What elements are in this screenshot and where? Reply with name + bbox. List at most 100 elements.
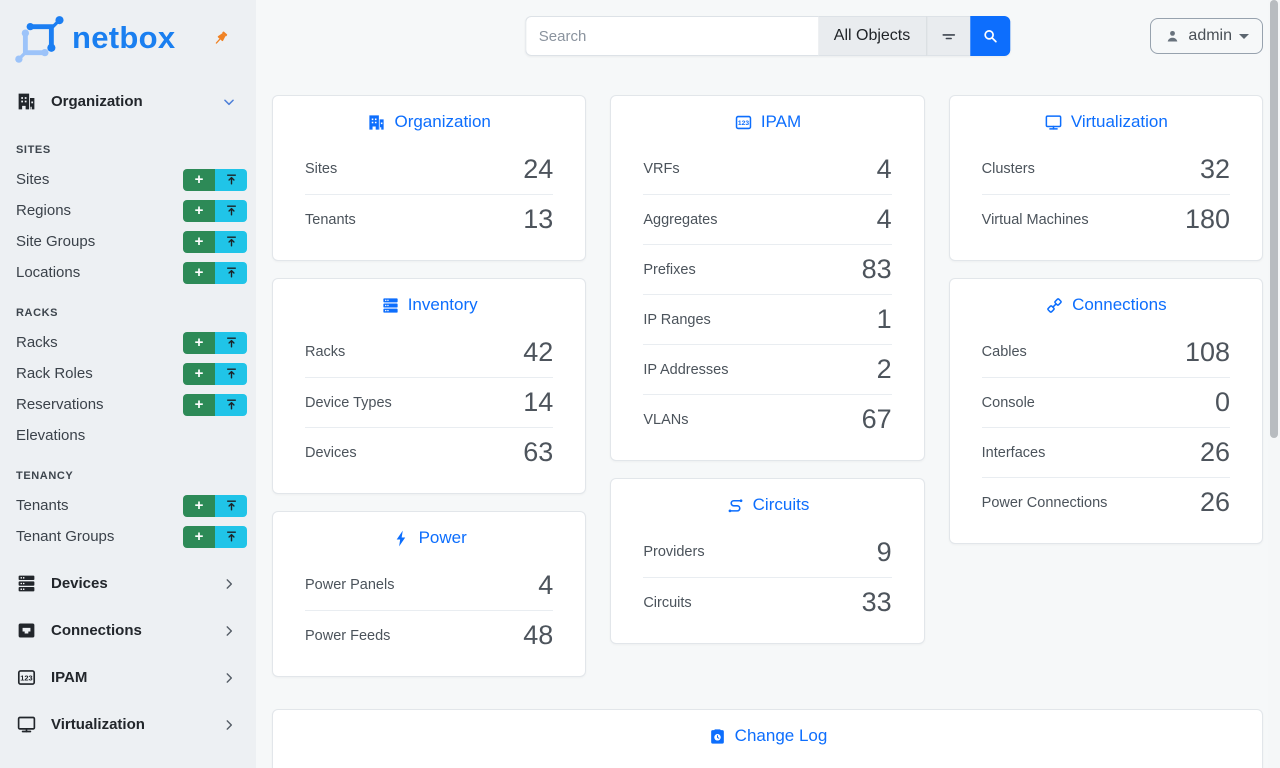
scrollbar-thumb[interactable]	[1270, 0, 1278, 438]
quick-actions: +	[183, 495, 247, 517]
add-button[interactable]: +	[183, 394, 215, 416]
add-button[interactable]: +	[183, 332, 215, 354]
sidebar-item-link[interactable]: Sites	[16, 171, 49, 188]
sidebar-item-link[interactable]: Elevations	[16, 427, 85, 444]
stat-value[interactable]: 108	[1185, 337, 1230, 368]
sidebar-menu-organization[interactable]: Organization	[0, 78, 256, 125]
stat-value[interactable]: 0	[1215, 387, 1230, 418]
import-button[interactable]	[215, 262, 247, 284]
stat-value[interactable]: 4	[538, 570, 553, 601]
search-input[interactable]	[525, 16, 818, 56]
clipboard-clock-icon	[708, 727, 727, 746]
user-menu-button[interactable]: admin	[1150, 18, 1263, 54]
card-title-link[interactable]: Power	[273, 512, 585, 560]
stat-label: Power Panels	[305, 577, 394, 593]
upload-icon	[225, 235, 238, 248]
stat-value[interactable]: 4	[877, 204, 892, 235]
sidebar-item-link[interactable]: Regions	[16, 202, 71, 219]
sidebar-item-link[interactable]: Tenant Groups	[16, 528, 114, 545]
chevron-down-icon	[222, 95, 236, 109]
main-content: All Objects admin OrganizationSites24Ten…	[256, 0, 1280, 768]
add-button[interactable]: +	[183, 363, 215, 385]
stat-value[interactable]: 4	[877, 154, 892, 185]
search-scope-button[interactable]: All Objects	[818, 16, 926, 56]
add-button[interactable]: +	[183, 169, 215, 191]
stat-value[interactable]: 180	[1185, 204, 1230, 235]
sidebar-logo-row: netbox	[0, 0, 256, 78]
sidebar-item-link[interactable]: Site Groups	[16, 233, 95, 250]
import-button[interactable]	[215, 363, 247, 385]
stat-value[interactable]: 26	[1200, 437, 1230, 468]
stat-value[interactable]: 24	[523, 154, 553, 185]
stat-value[interactable]: 42	[523, 337, 553, 368]
sidebar-menu-connections[interactable]: Connections	[0, 607, 256, 654]
stat-label: IP Addresses	[643, 362, 728, 378]
change-log-link[interactable]: Change Log	[273, 710, 1262, 758]
card-title-link[interactable]: Virtualization	[950, 96, 1262, 144]
stat-value[interactable]: 1	[877, 304, 892, 335]
import-button[interactable]	[215, 200, 247, 222]
search-submit-button[interactable]	[970, 16, 1010, 56]
stat-value[interactable]: 63	[523, 437, 553, 468]
add-button[interactable]: +	[183, 200, 215, 222]
sidebar-menu-virtualization[interactable]: Virtualization	[0, 701, 256, 748]
stat-value[interactable]: 83	[862, 254, 892, 285]
sidebar-menu-devices[interactable]: Devices	[0, 560, 256, 607]
sidebar-item-link[interactable]: Tenants	[16, 497, 69, 514]
sidebar-item-link[interactable]: Reservations	[16, 396, 104, 413]
stat-value[interactable]: 67	[862, 404, 892, 435]
building-icon	[16, 91, 37, 112]
quick-actions: +	[183, 332, 247, 354]
stat-value[interactable]: 14	[523, 387, 553, 418]
stat-value[interactable]: 48	[523, 620, 553, 651]
sidebar-item-link[interactable]: Locations	[16, 264, 80, 281]
stat-row: Circuits33	[643, 577, 891, 627]
card-ipam: 123IPAMVRFs4Aggregates4Prefixes83IP Rang…	[610, 95, 924, 461]
stat-value[interactable]: 32	[1200, 154, 1230, 185]
stat-value[interactable]: 13	[523, 204, 553, 235]
plus-icon: +	[195, 203, 204, 218]
pin-icon	[211, 29, 230, 48]
sidebar-menu-label: Organization	[51, 93, 143, 110]
stat-label: VRFs	[643, 161, 679, 177]
stat-value[interactable]: 33	[862, 587, 892, 618]
add-button[interactable]: +	[183, 526, 215, 548]
card-title: Connections	[1072, 295, 1167, 315]
numbers-icon: 123	[734, 113, 753, 132]
sidebar-menu-ipam[interactable]: 123IPAM	[0, 654, 256, 701]
card-organization: Organization Sites 24 Tenants13	[272, 95, 586, 261]
card-title-link[interactable]: Circuits	[611, 479, 923, 527]
netbox-logo[interactable]: netbox	[14, 12, 175, 64]
pin-sidebar-button[interactable]	[211, 29, 230, 48]
card-title-link[interactable]: Organization	[273, 96, 585, 144]
stat-value[interactable]: 26	[1200, 487, 1230, 518]
import-button[interactable]	[215, 231, 247, 253]
stat-row: Tenants13	[305, 194, 553, 244]
user-name: admin	[1188, 27, 1232, 45]
import-button[interactable]	[215, 526, 247, 548]
stat-row: IP Addresses 2	[643, 344, 891, 394]
sidebar-item-tenants: Tenants +	[0, 490, 256, 521]
stat-value[interactable]: 2	[877, 354, 892, 385]
sidebar-menu-label: IPAM	[51, 669, 87, 686]
import-button[interactable]	[215, 495, 247, 517]
sidebar-item-link[interactable]: Racks	[16, 334, 58, 351]
stat-label: Device Types	[305, 395, 392, 411]
card-title-link[interactable]: Inventory	[273, 279, 585, 327]
sidebar-item-site-groups: Site Groups +	[0, 226, 256, 257]
filter-button[interactable]	[926, 16, 970, 56]
sidebar-item-reservations: Reservations +	[0, 389, 256, 420]
add-button[interactable]: +	[183, 495, 215, 517]
card-title-link[interactable]: Connections	[950, 279, 1262, 327]
import-button[interactable]	[215, 169, 247, 191]
stat-label: Sites	[305, 161, 337, 177]
quick-actions: +	[183, 200, 247, 222]
stat-row: Sites 24	[305, 144, 553, 194]
add-button[interactable]: +	[183, 231, 215, 253]
import-button[interactable]	[215, 394, 247, 416]
import-button[interactable]	[215, 332, 247, 354]
stat-value[interactable]: 9	[877, 537, 892, 568]
add-button[interactable]: +	[183, 262, 215, 284]
card-title-link[interactable]: 123IPAM	[611, 96, 923, 144]
sidebar-item-link[interactable]: Rack Roles	[16, 365, 93, 382]
